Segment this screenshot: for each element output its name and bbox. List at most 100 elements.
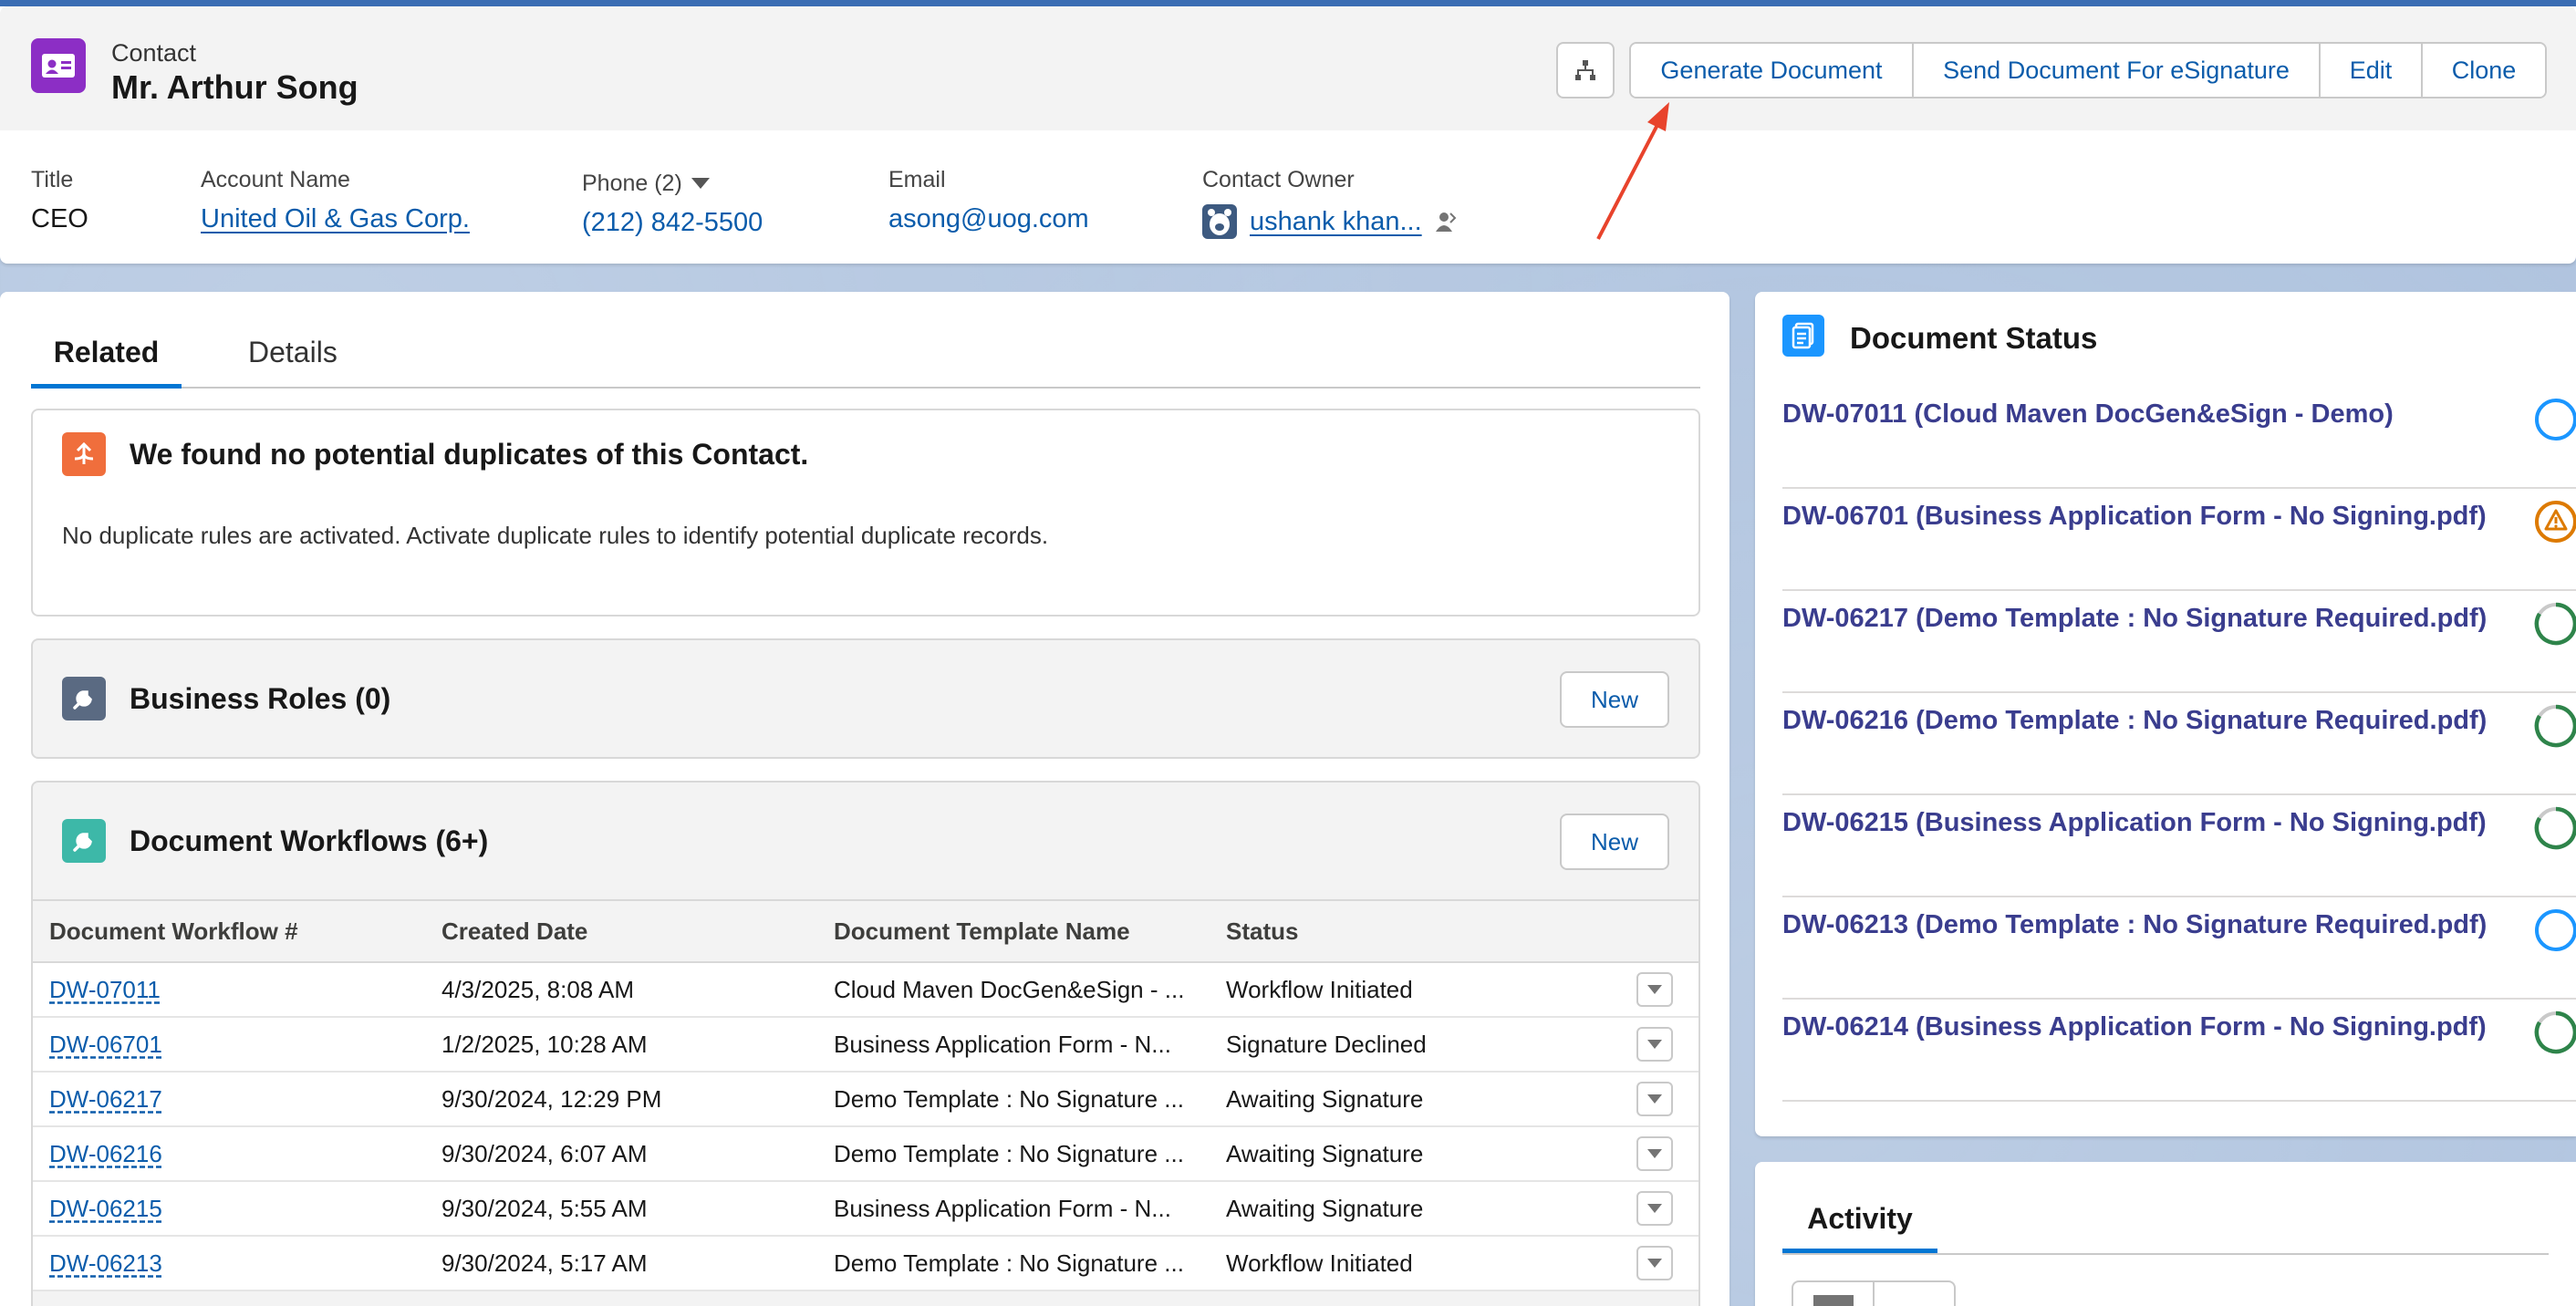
document-status-item: DW-06213 (Demo Template : No Signature R… — [1782, 897, 2576, 1000]
row-actions-cell — [1593, 1236, 1698, 1291]
document-status-item: DW-06216 (Demo Template : No Signature R… — [1782, 693, 2576, 795]
record-highlights-panel: Contact Mr. Arthur Song Generate Documen… — [0, 6, 2576, 264]
created-date-cell: 4/3/2025, 8:08 AM — [425, 962, 817, 1018]
wrench-icon — [62, 677, 106, 720]
generate-document-button[interactable]: Generate Document — [1631, 44, 1914, 97]
activity-action-buttons — [1792, 1280, 1956, 1306]
phone-field: Phone (2) (212) 842-5500 — [582, 171, 763, 238]
column-header-template-name[interactable]: Document Template Name — [817, 899, 1210, 963]
column-header-actions — [1593, 899, 1698, 963]
chevron-down-icon — [1647, 1259, 1662, 1268]
contact-owner-label: Contact Owner — [1202, 167, 1355, 192]
document-workflows-new-button[interactable]: New — [1560, 814, 1669, 870]
duplicates-card: We found no potential duplicates of this… — [31, 409, 1700, 617]
progress-ring-icon — [2532, 600, 2576, 648]
document-icon — [1782, 315, 1824, 357]
table-row: DW-07011 4/3/2025, 8:08 AM Cloud Maven Doc… — [33, 962, 1698, 1018]
clone-button[interactable]: Clone — [2423, 44, 2545, 97]
workflow-id-cell: DW-06215 — [33, 1181, 425, 1237]
created-date-cell: 1/2/2025, 10:28 AM — [425, 1017, 817, 1073]
row-actions-button[interactable] — [1636, 1136, 1673, 1171]
chevron-down-icon — [1647, 985, 1662, 994]
document-status-link[interactable]: DW-06216 (Demo Template : No Signature R… — [1782, 706, 2487, 736]
column-header-workflow-number[interactable]: Document Workflow # — [33, 899, 425, 963]
workflow-id-link[interactable]: DW-06217 — [49, 1085, 162, 1113]
duplicates-title: We found no potential duplicates of this… — [130, 438, 809, 471]
email-icon — [1813, 1295, 1854, 1306]
row-actions-button[interactable] — [1636, 1082, 1673, 1116]
document-status-item: DW-06215 (Business Application Form - No… — [1782, 795, 2576, 897]
column-header-status[interactable]: Status — [1210, 899, 1593, 963]
document-status-link[interactable]: DW-06701 (Business Application Form - No… — [1782, 502, 2487, 532]
created-date-cell: 9/30/2024, 6:07 AM — [425, 1126, 817, 1182]
table-row: DW-06217 9/30/2024, 12:29 PM Demo Template… — [33, 1072, 1698, 1127]
email-field: Email asong@uog.com — [888, 167, 1089, 234]
business-roles-title: Business Roles (0) — [130, 682, 391, 715]
row-actions-cell — [1593, 1017, 1698, 1073]
document-workflows-related-list: Document Workflows (6+) New Document Wor… — [31, 781, 1700, 1306]
document-status-link[interactable]: DW-06213 (Demo Template : No Signature R… — [1782, 910, 2487, 940]
workflow-id-link[interactable]: DW-07011 — [49, 976, 161, 1003]
record-header-bar: Contact Mr. Arthur Song Generate Documen… — [0, 6, 2576, 130]
workflow-id-link[interactable]: DW-06213 — [49, 1249, 162, 1277]
column-header-created-date[interactable]: Created Date — [425, 899, 817, 963]
business-roles-new-button[interactable]: New — [1560, 671, 1669, 728]
tab-related[interactable]: Related — [31, 336, 182, 389]
title-value: CEO — [31, 204, 88, 233]
duplicates-message: No duplicate rules are activated. Activa… — [62, 522, 1049, 549]
edit-button[interactable]: Edit — [2321, 44, 2423, 97]
document-status-link[interactable]: DW-07011 (Cloud Maven DocGen&eSign - Dem… — [1782, 399, 2394, 430]
send-document-for-esignature-button[interactable]: Send Document For eSignature — [1914, 44, 2321, 97]
progress-ring-icon — [2532, 804, 2576, 852]
document-workflows-title: Document Workflows (6+) — [130, 824, 489, 857]
tab-activity[interactable]: Activity — [1782, 1202, 1937, 1253]
record-tabs: Related Details — [31, 336, 1700, 389]
status-cell: Awaiting Signature — [1210, 1126, 1593, 1182]
table-row: DW-06215 9/30/2024, 5:55 AM Business Appli… — [33, 1181, 1698, 1237]
contact-owner-field: Contact Owner ushank khan... — [1202, 167, 1457, 239]
record-title: Mr. Arthur Song — [111, 68, 358, 106]
workflow-id-cell: DW-06217 — [33, 1072, 425, 1127]
document-status-item: DW-06701 (Business Application Form - No… — [1782, 489, 2576, 591]
open-circle-icon — [2532, 396, 2576, 443]
workflow-id-link[interactable]: DW-06701 — [49, 1031, 162, 1058]
document-status-link[interactable]: DW-06214 (Business Application Form - No… — [1782, 1012, 2487, 1042]
template-name-cell: Business Application Form - N... — [817, 1181, 1210, 1237]
chevron-down-icon — [1647, 1094, 1662, 1104]
phone-value[interactable]: (212) 842-5500 — [582, 208, 763, 238]
table-row: DW-06701 1/2/2025, 10:28 AM Business Appli… — [33, 1017, 1698, 1073]
change-owner-icon[interactable] — [1435, 210, 1457, 233]
account-name-field: Account Name United Oil & Gas Corp. — [201, 167, 470, 234]
activity-tab-divider — [1782, 1253, 2549, 1255]
account-name-label: Account Name — [201, 167, 350, 192]
contact-owner-link[interactable]: ushank khan... — [1250, 207, 1422, 237]
created-date-cell: 9/30/2024, 5:17 AM — [425, 1236, 817, 1291]
activity-more-button[interactable] — [1875, 1282, 1954, 1306]
row-actions-button[interactable] — [1636, 972, 1673, 1007]
tab-details[interactable]: Details — [248, 336, 338, 389]
row-actions-cell — [1593, 1072, 1698, 1127]
open-circle-icon — [2532, 907, 2576, 954]
row-actions-cell — [1593, 962, 1698, 1018]
caret-down-icon — [691, 177, 710, 189]
template-name-cell: Demo Template : No Signature ... — [817, 1126, 1210, 1182]
row-actions-button[interactable] — [1636, 1246, 1673, 1280]
hierarchy-button[interactable] — [1556, 42, 1615, 98]
document-status-item: DW-07011 (Cloud Maven DocGen&eSign - Dem… — [1782, 387, 2576, 489]
workflow-id-cell: DW-06213 — [33, 1236, 425, 1291]
document-workflows-table: Document Workflow # Created Date Documen… — [33, 899, 1698, 1291]
document-status-item: DW-06214 (Business Application Form - No… — [1782, 1000, 2576, 1102]
account-name-link[interactable]: United Oil & Gas Corp. — [201, 204, 470, 234]
email-value[interactable]: asong@uog.com — [888, 204, 1089, 234]
row-actions-button[interactable] — [1636, 1027, 1673, 1062]
row-actions-button[interactable] — [1636, 1191, 1673, 1226]
email-action-button[interactable] — [1793, 1282, 1875, 1306]
workflow-id-link[interactable]: DW-06216 — [49, 1140, 162, 1167]
document-status-link[interactable]: DW-06217 (Demo Template : No Signature R… — [1782, 604, 2487, 634]
workflow-id-cell: DW-06701 — [33, 1017, 425, 1073]
workflow-id-link[interactable]: DW-06215 — [49, 1195, 162, 1222]
phone-label-row[interactable]: Phone (2) — [582, 171, 763, 197]
record-action-buttons: Generate Document Send Document For eSig… — [1629, 42, 2547, 98]
progress-ring-icon — [2532, 1009, 2576, 1056]
document-status-link[interactable]: DW-06215 (Business Application Form - No… — [1782, 808, 2487, 838]
